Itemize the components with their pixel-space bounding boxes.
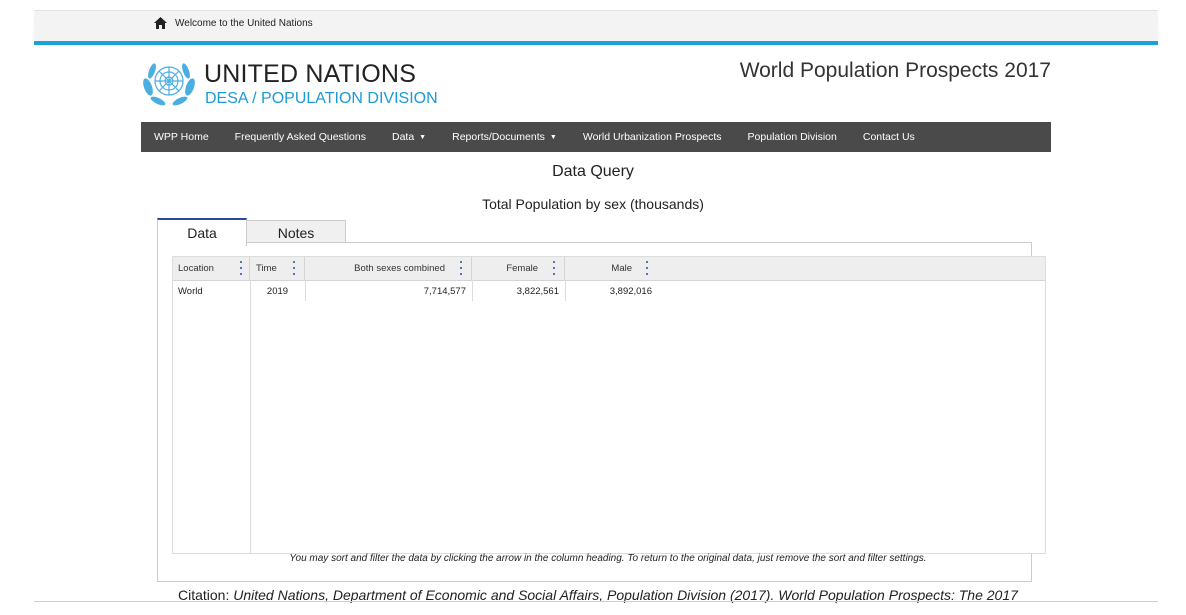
nav-label: World Urbanization Prospects <box>582 131 722 143</box>
nav-label: WPP Home <box>154 131 209 143</box>
home-icon <box>154 17 167 29</box>
welcome-text: Welcome to the United Nations <box>175 17 313 29</box>
column-menu-icon[interactable] <box>458 261 464 275</box>
accent-line <box>34 41 1158 45</box>
cell-female: 3,822,561 <box>516 285 559 297</box>
tab-data[interactable]: Data <box>157 218 247 246</box>
column-header-female[interactable]: Female <box>472 257 565 280</box>
un-emblem-icon[interactable] <box>140 57 198 109</box>
nav-item-urbanization[interactable]: World Urbanization Prospects <box>570 131 735 143</box>
column-menu-icon[interactable] <box>238 261 244 275</box>
site-title: World Population Prospects 2017 <box>739 59 1051 82</box>
column-label: Female <box>506 263 538 274</box>
tab-notes[interactable]: Notes <box>246 220 346 244</box>
nav-item-faq[interactable]: Frequently Asked Questions <box>222 131 379 143</box>
cell-time: 2019 <box>266 285 289 297</box>
nav-label: Contact Us <box>862 131 915 143</box>
query-subtitle: Total Population by sex (thousands) <box>482 196 704 212</box>
column-header-time[interactable]: Time <box>250 257 305 280</box>
data-grid: Location Time Both sexes combined Female… <box>172 256 1046 554</box>
caret-down-icon: ▼ <box>549 133 557 141</box>
nav-item-population-division[interactable]: Population Division <box>735 131 850 143</box>
division-name[interactable]: DESA / POPULATION DIVISION <box>205 90 438 108</box>
column-label: Time <box>256 263 277 274</box>
nav-label: Reports/Documents <box>452 131 545 143</box>
cell-male: 3,892,016 <box>609 285 652 297</box>
welcome-link[interactable]: Welcome to the United Nations <box>154 17 313 29</box>
column-label: Both sexes combined <box>354 263 445 274</box>
column-divider <box>250 280 251 553</box>
column-menu-icon[interactable] <box>551 261 557 275</box>
nav-label: Frequently Asked Questions <box>234 131 366 143</box>
nav-label: Population Division <box>747 131 837 143</box>
grid-header: Location Time Both sexes combined Female… <box>173 257 1045 281</box>
nav-item-reports[interactable]: Reports/Documents ▼ <box>439 131 570 143</box>
nav-item-data[interactable]: Data ▼ <box>379 131 439 143</box>
top-utility-bar: Welcome to the United Nations <box>34 10 1158 45</box>
org-name[interactable]: UNITED NATIONS <box>204 60 416 89</box>
column-menu-icon[interactable] <box>291 261 297 275</box>
nav-item-contact[interactable]: Contact Us <box>850 131 928 143</box>
column-label: Male <box>611 263 632 274</box>
caret-down-icon: ▼ <box>419 133 427 141</box>
nav-label: Data <box>391 131 415 143</box>
column-header-both-sexes[interactable]: Both sexes combined <box>305 257 472 280</box>
column-menu-icon[interactable] <box>644 261 650 275</box>
column-header-location[interactable]: Location <box>173 257 250 280</box>
cell-location: World <box>178 285 203 297</box>
main-nav: WPP Home Frequently Asked Questions Data… <box>141 122 1051 152</box>
sort-filter-hint: You may sort and filter the data by clic… <box>289 553 927 564</box>
cell-both-sexes: 7,714,577 <box>423 285 466 297</box>
column-label: Location <box>178 263 214 274</box>
column-header-male[interactable]: Male <box>565 257 658 280</box>
divider <box>34 601 1158 602</box>
nav-item-wpp-home[interactable]: WPP Home <box>141 131 222 143</box>
page-title: Data Query <box>552 163 634 180</box>
